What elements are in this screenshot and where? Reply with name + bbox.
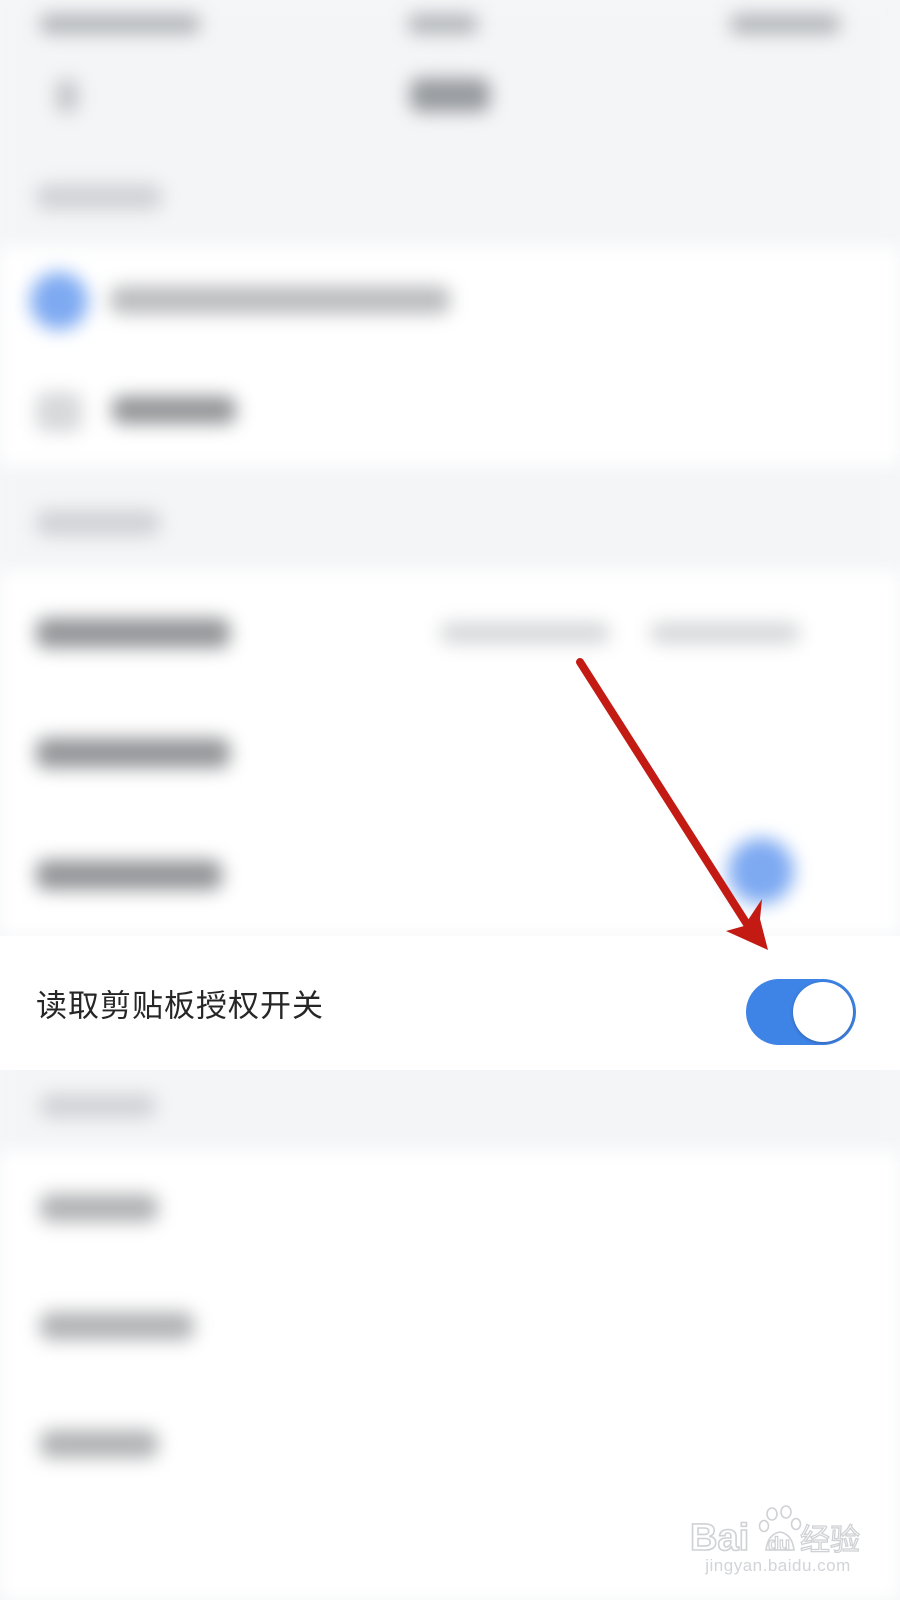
baidu-logo-du: du: [768, 1534, 790, 1554]
status-bar: [0, 0, 900, 44]
baidu-logo-bai: Bai: [690, 1517, 749, 1559]
watermark-domain: jingyan.baidu.com: [705, 1556, 851, 1575]
list-item: [0, 246, 900, 356]
blurred-background: [0, 0, 900, 1600]
nav-bar: [0, 44, 900, 154]
list-item: [0, 690, 900, 810]
toggle-knob: [793, 982, 853, 1042]
section-header-3: [0, 1070, 900, 1150]
clipboard-authorization-row[interactable]: 读取剪贴板授权开关: [0, 936, 900, 1070]
list-item: [0, 1150, 900, 1268]
section-header-1: [0, 154, 900, 246]
list-item: [0, 810, 900, 936]
clipboard-authorization-toggle[interactable]: [746, 979, 856, 1045]
list-item: [0, 356, 900, 466]
section-header-2: [0, 466, 900, 570]
baidu-logo-jingyan: 经验: [800, 1523, 860, 1558]
page-title: [410, 78, 490, 112]
back-icon: [56, 80, 78, 112]
list-item: [0, 570, 900, 690]
clipboard-authorization-label: 读取剪贴板授权开关: [36, 988, 324, 1025]
baidu-watermark: Bai du 经验 jingyan.baidu.com: [688, 1500, 868, 1582]
list-item: [0, 1386, 900, 1504]
list-item: [0, 1268, 900, 1386]
baidu-logo: Bai du 经验: [689, 1505, 861, 1560]
